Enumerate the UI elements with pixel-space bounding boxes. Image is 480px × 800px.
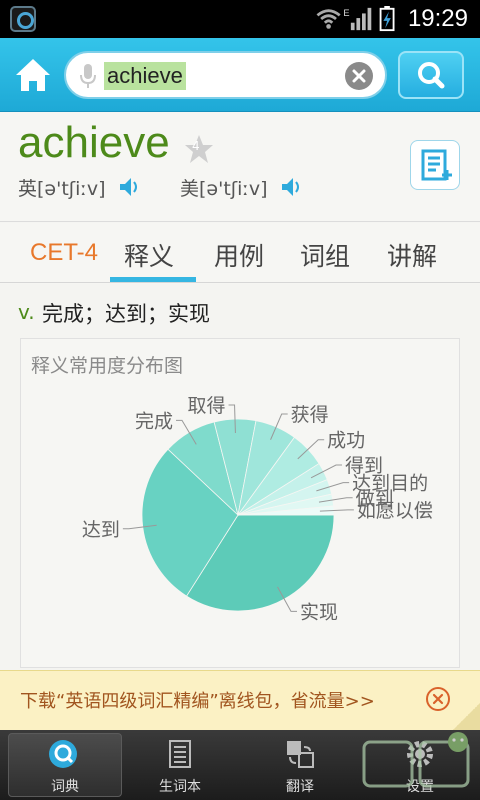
tab-explanation[interactable]: 讲解: [387, 237, 437, 273]
nav-label: 生词本: [159, 779, 201, 795]
tab-phrases[interactable]: 词组: [300, 237, 350, 273]
phonetic-region: 英: [18, 178, 38, 200]
pie-label: 成功: [327, 430, 365, 452]
tab-examples[interactable]: 用例: [214, 237, 264, 273]
translate-icon: [287, 741, 314, 768]
speaker-icon[interactable]: [280, 176, 302, 198]
phonetic-ipa: [ə'tʃiːv]: [199, 178, 268, 200]
page-curl-decoration: [452, 703, 480, 731]
active-tab-indicator: [110, 277, 196, 282]
offline-pack-banner[interactable]: 下载“英语四级词汇精编”离线包，省流量>>: [0, 670, 480, 731]
home-icon[interactable]: [12, 54, 54, 96]
pie-label: 如愿以偿: [357, 500, 433, 522]
nav-wordbook[interactable]: 生词本: [120, 730, 240, 800]
signal-icon: [350, 7, 372, 31]
battery-icon: [379, 6, 395, 32]
nav-label: 翻译: [286, 779, 314, 795]
pie-label: 取得: [188, 395, 226, 417]
pie-label: 完成: [135, 410, 173, 432]
pie-chart: 实现达到完成取得 获得成功得到达到目的做到如愿以偿: [82, 395, 433, 623]
wordbook-icon: [169, 740, 191, 768]
banner-text[interactable]: 下载“英语四级词汇精编”离线包，省流量>>: [20, 687, 375, 713]
pie-label: 实现: [300, 601, 338, 623]
pie-label: 达到: [82, 519, 120, 541]
network-type-text: E: [343, 8, 349, 18]
phonetic-ipa: [ə'tʃiːv]: [37, 178, 106, 200]
search-button[interactable]: [398, 51, 464, 99]
nav-dictionary[interactable]: 词典: [8, 733, 122, 797]
speaker-icon[interactable]: [118, 176, 140, 198]
dictionary-icon: [49, 740, 77, 768]
usage-chart-card: 释义常用度分布图 实现 达到 完成 取得 获得 成功 得到 达到目的 做到 如愿以偿: [20, 338, 460, 668]
phonetic-uk: 英[ə'tʃiːv]: [18, 174, 106, 201]
search-input[interactable]: achieve: [104, 62, 186, 90]
star-level: 4: [192, 139, 200, 153]
tab-cet4[interactable]: CET-4: [30, 239, 98, 267]
app-notification-icon: [10, 6, 36, 32]
word-entry: achieve 4 英[ə'tʃiːv] 美[ə'tʃiːv]: [0, 112, 480, 222]
clear-search-icon[interactable]: [345, 62, 373, 90]
add-to-wordbook-button[interactable]: [410, 140, 460, 190]
nav-label: 词典: [51, 779, 79, 795]
pie-label: 获得: [291, 404, 329, 426]
nav-translate[interactable]: 翻译: [240, 730, 360, 800]
search-header: achieve: [0, 38, 480, 112]
microphone-icon[interactable]: [80, 63, 96, 89]
status-icons: E: [316, 6, 395, 32]
close-icon[interactable]: [426, 687, 450, 711]
search-icon: [418, 62, 445, 89]
wifi-icon: [316, 9, 341, 24]
add-note-icon: [421, 149, 452, 181]
definition-text: 完成；达到；实现: [42, 302, 210, 326]
tab-definitions[interactable]: 释义: [124, 237, 174, 273]
phonetic-region: 美: [180, 178, 200, 200]
status-bar: E 19:29: [0, 0, 480, 38]
content-area[interactable]: v. 完成；达到；实现 释义常用度分布图 实现 达到 完成 取得 获得 成功 得到 达到目的做…: [0, 284, 480, 670]
search-box[interactable]: achieve: [64, 51, 387, 99]
phonetic-us: 美[ə'tʃiːv]: [180, 174, 268, 201]
tab-bar: CET-4 释义 用例 词组 讲解: [0, 223, 480, 283]
headword: achieve: [18, 118, 170, 167]
clock: 19:29: [407, 5, 468, 32]
site-watermark-logo: [362, 732, 470, 788]
part-of-speech: v.: [18, 300, 35, 324]
